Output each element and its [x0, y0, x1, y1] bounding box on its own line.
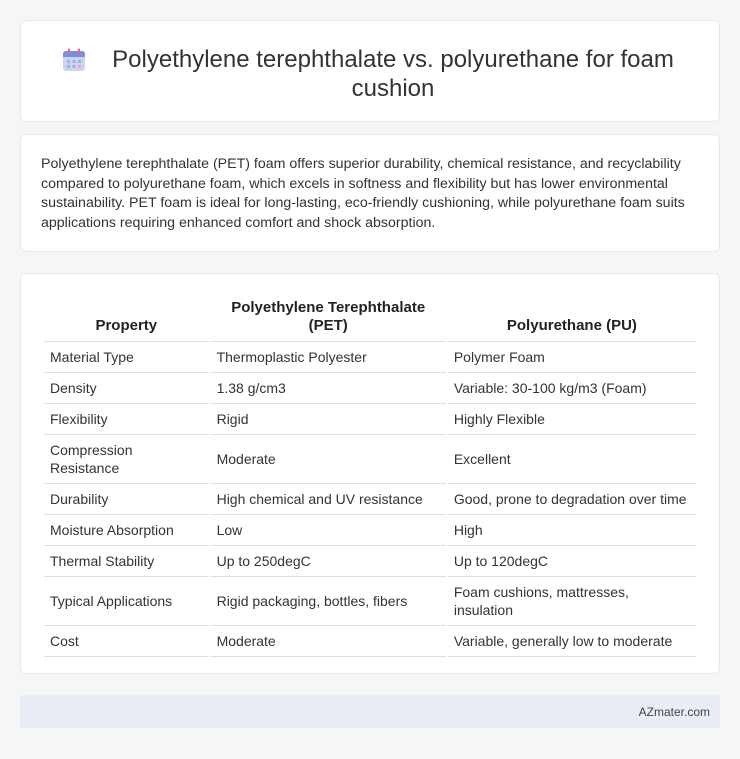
table-header-row: Property Polyethylene Terephthalate (PET… — [44, 295, 696, 342]
table-cell: Compression Resistance — [44, 435, 209, 484]
footer: AZmater.com — [20, 695, 720, 728]
column-header-pet: Polyethylene Terephthalate (PET) — [210, 295, 446, 342]
calendar-icon — [61, 47, 87, 73]
table-cell: 1.38 g/cm3 — [210, 373, 446, 404]
table-cell: Polymer Foam — [447, 342, 696, 373]
table-cell: Material Type — [44, 342, 209, 373]
table-cell: High — [447, 515, 696, 546]
table-cell: Moderate — [210, 435, 446, 484]
title-card: Polyethylene terephthalate vs. polyureth… — [20, 20, 720, 122]
comparison-table: Property Polyethylene Terephthalate (PET… — [42, 295, 698, 657]
table-cell: Rigid packaging, bottles, fibers — [210, 577, 446, 626]
table-cell: Flexibility — [44, 404, 209, 435]
table-cell: Thermoplastic Polyester — [210, 342, 446, 373]
table-cell: Foam cushions, mattresses, insulation — [447, 577, 696, 626]
table-cell: Moderate — [210, 626, 446, 657]
table-row: Density 1.38 g/cm3 Variable: 30-100 kg/m… — [44, 373, 696, 404]
table-cell: Cost — [44, 626, 209, 657]
column-header-property: Property — [44, 295, 209, 342]
table-row: Thermal Stability Up to 250degC Up to 12… — [44, 546, 696, 577]
table-row: Moisture Absorption Low High — [44, 515, 696, 546]
table-cell: Rigid — [210, 404, 446, 435]
footer-site-link[interactable]: AZmater.com — [639, 705, 710, 719]
table-cell: Good, prone to degradation over time — [447, 484, 696, 515]
table-cell: Typical Applications — [44, 577, 209, 626]
table-row: Compression Resistance Moderate Excellen… — [44, 435, 696, 484]
table-cell: Highly Flexible — [447, 404, 696, 435]
table-row: Flexibility Rigid Highly Flexible — [44, 404, 696, 435]
table-cell: Variable: 30-100 kg/m3 (Foam) — [447, 373, 696, 404]
table-cell: Up to 250degC — [210, 546, 446, 577]
table-cell: Durability — [44, 484, 209, 515]
table-cell: Density — [44, 373, 209, 404]
comparison-table-card: Property Polyethylene Terephthalate (PET… — [20, 273, 720, 674]
table-cell: Moisture Absorption — [44, 515, 209, 546]
table-cell: Variable, generally low to moderate — [447, 626, 696, 657]
page-title: Polyethylene terephthalate vs. polyureth… — [112, 46, 674, 102]
summary-card: Polyethylene terephthalate (PET) foam of… — [20, 134, 720, 252]
table-row: Durability High chemical and UV resistan… — [44, 484, 696, 515]
table-cell: Excellent — [447, 435, 696, 484]
table-row: Typical Applications Rigid packaging, bo… — [44, 577, 696, 626]
title-wrap: Polyethylene terephthalate vs. polyureth… — [21, 21, 719, 103]
summary-text: Polyethylene terephthalate (PET) foam of… — [41, 156, 685, 231]
table-cell: Up to 120degC — [447, 546, 696, 577]
table-cell: High chemical and UV resistance — [210, 484, 446, 515]
table-row: Cost Moderate Variable, generally low to… — [44, 626, 696, 657]
table-row: Material Type Thermoplastic Polyester Po… — [44, 342, 696, 373]
column-header-pu: Polyurethane (PU) — [447, 295, 696, 342]
table-cell: Low — [210, 515, 446, 546]
table-cell: Thermal Stability — [44, 546, 209, 577]
